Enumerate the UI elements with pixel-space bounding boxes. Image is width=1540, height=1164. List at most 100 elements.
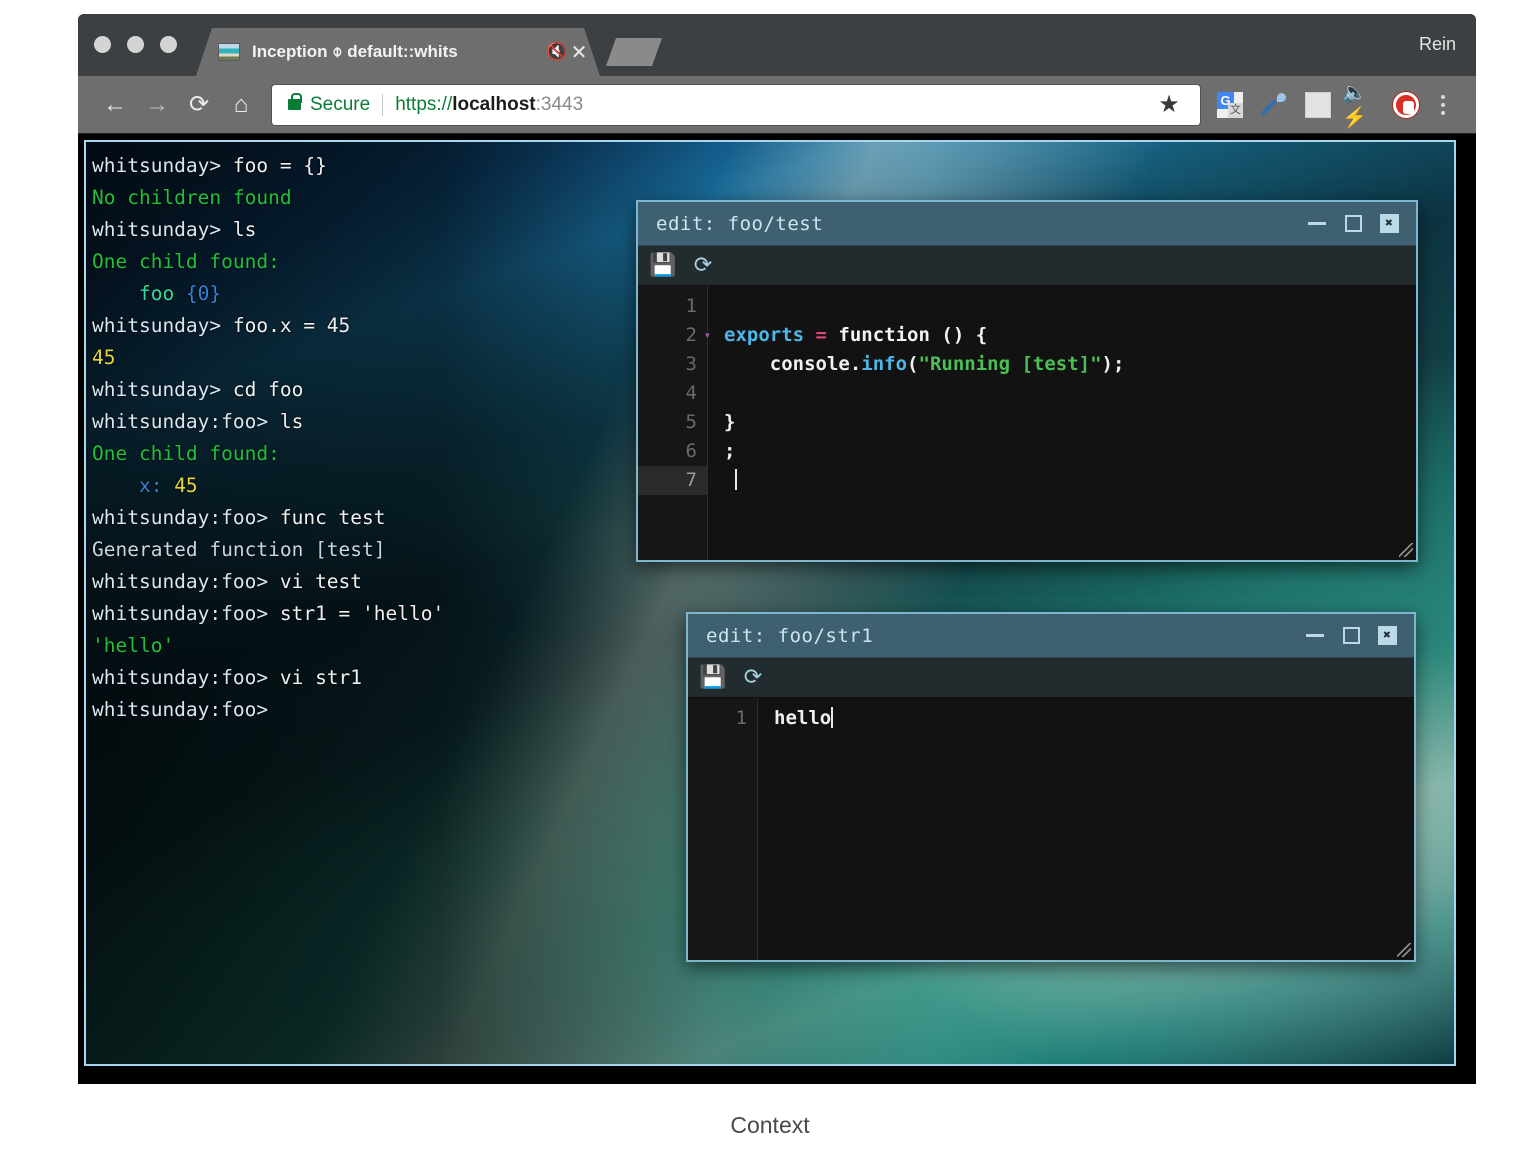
security-status-label: Secure (310, 93, 371, 115)
text-cursor (831, 707, 834, 728)
google-translate-extension-icon[interactable] (1210, 85, 1250, 125)
line-number: 1 (735, 707, 747, 729)
color-picker-extension-icon[interactable] (1254, 85, 1294, 125)
terminal-line: x: 45 (92, 470, 444, 502)
zoom-window-dot[interactable] (160, 36, 177, 53)
terminal-span: str1 = 'hello' (279, 602, 445, 625)
code-line: exports = function () { (724, 321, 1416, 350)
editor-window-str1[interactable]: edit: foo/str1 ✖ 💾 ⟳ 1 hello (686, 612, 1416, 962)
code-span: hello (774, 707, 832, 729)
refresh-icon[interactable]: ⟳ (690, 253, 716, 279)
terminal-span: whitsunday:foo> (92, 698, 269, 721)
code-span: exports (724, 324, 805, 346)
editor-title-bar[interactable]: edit: foo/str1 ✖ (688, 614, 1414, 658)
code-span: info (861, 353, 908, 375)
code-span: function () { (826, 324, 988, 346)
address-bar[interactable]: Secure https://localhost:3443 ★ (272, 84, 1200, 125)
browser-window: Inception ⌽ default::whits 🔇 ✕ Rein ← → … (78, 14, 1476, 1084)
page-viewport: whitsunday> foo = {} No children found whi… (78, 134, 1476, 1084)
muted-speaker-icon[interactable]: 🔇 (546, 42, 568, 62)
code-line (724, 466, 1416, 495)
line-number-gutter: 1 2 ▾ 3 4 5 6 7 (638, 286, 711, 560)
profile-name-label[interactable]: Rein (1419, 34, 1456, 55)
kebab-menu-icon[interactable] (1426, 85, 1460, 125)
new-tab-button[interactable] (606, 38, 662, 66)
code-line: } (724, 408, 1416, 437)
tab-close-icon[interactable]: ✕ (568, 40, 590, 65)
code-span: ); (1101, 353, 1125, 375)
editor-title-bar[interactable]: edit: foo/test ✖ (638, 202, 1416, 246)
browser-tab[interactable]: Inception ⌽ default::whits 🔇 ✕ (196, 28, 600, 76)
image-graph-extension-icon[interactable] (1298, 85, 1338, 125)
line-number: 3 (685, 353, 697, 375)
window-controls: ✖ (1306, 213, 1406, 235)
terminal-line: whitsunday:foo> str1 = 'hello' (92, 598, 444, 630)
editor-title-text: edit: foo/test (656, 212, 824, 235)
terminal-line: whitsunday> ls (92, 214, 444, 246)
terminal-span: 45 (174, 474, 198, 497)
code-span (804, 324, 815, 346)
terminal-line: One child found: (92, 246, 444, 278)
code-span: ; (724, 440, 736, 462)
terminal-span: vi str1 (279, 666, 363, 689)
inception-console-screen[interactable]: whitsunday> foo = {} No children found whi… (84, 140, 1456, 1066)
save-icon[interactable]: 💾 (649, 253, 676, 279)
figure-caption: Context (730, 1112, 810, 1138)
line-number: 4 (685, 382, 697, 404)
window-traffic-lights[interactable] (94, 36, 177, 53)
line-number-gutter: 1 (688, 698, 758, 960)
minimize-button[interactable] (1304, 625, 1326, 647)
code-area[interactable]: hello (758, 698, 1414, 960)
resize-handle[interactable] (1399, 543, 1413, 557)
terminal-span: whitsunday> (92, 378, 233, 401)
editor-window-test[interactable]: edit: foo/test ✖ 💾 ⟳ 1 2 ▾ 3 4 5 6 7 export (636, 200, 1418, 562)
home-icon[interactable]: ⌂ (220, 84, 262, 126)
terminal-line: 45 (92, 342, 444, 374)
url-port: :3443 (535, 93, 584, 115)
terminal-line: 'hello' (92, 630, 444, 662)
terminal-span: vi test (279, 570, 363, 593)
close-window-dot[interactable] (94, 36, 111, 53)
lock-icon (288, 93, 302, 110)
code-area[interactable]: exports = function () { console.info("Ru… (708, 286, 1416, 560)
mute-tab-extension-icon[interactable]: 🔈⚡ (1342, 82, 1382, 129)
terminal-line: whitsunday> foo = {} (92, 150, 444, 182)
terminal-output[interactable]: whitsunday> foo = {} No children found whi… (92, 150, 444, 726)
tab-title: Inception ⌽ default::whits (252, 42, 458, 61)
adblock-extension-icon[interactable] (1386, 85, 1426, 125)
terminal-span: ls (279, 410, 304, 433)
save-icon[interactable]: 💾 (699, 665, 726, 691)
minimize-window-dot[interactable] (127, 36, 144, 53)
editor-body[interactable]: 1 2 ▾ 3 4 5 6 7 exports = function () { console… (638, 286, 1416, 560)
url-scheme: https:// (395, 93, 453, 115)
editor-body[interactable]: 1 hello (688, 698, 1414, 960)
back-arrow-icon[interactable]: ← (94, 84, 136, 126)
code-span: ( (907, 353, 919, 375)
close-button[interactable]: ✖ (1378, 213, 1400, 235)
close-button[interactable]: ✖ (1376, 625, 1398, 647)
terminal-line: One child found: (92, 438, 444, 470)
terminal-span: whitsunday> (92, 218, 233, 241)
resize-handle[interactable] (1397, 943, 1411, 957)
text-cursor (735, 469, 738, 490)
maximize-button[interactable] (1342, 213, 1364, 235)
minimize-button[interactable] (1306, 213, 1328, 235)
terminal-span: foo (92, 282, 186, 305)
terminal-span: Generated function [test] (92, 538, 386, 561)
terminal-span: cd foo (232, 378, 304, 401)
refresh-icon[interactable]: ⟳ (740, 665, 766, 691)
terminal-line: whitsunday:foo> func test (92, 502, 444, 534)
omnibox-divider (382, 93, 384, 116)
reload-icon[interactable]: ⟳ (178, 84, 220, 126)
window-controls: ✖ (1304, 625, 1404, 647)
maximize-button[interactable] (1340, 625, 1362, 647)
terminal-span: whitsunday:foo> (92, 410, 280, 433)
code-fold-icon[interactable]: ▾ (704, 321, 711, 350)
code-line: console.info("Running [test]"); (724, 350, 1416, 379)
bookmark-star-icon[interactable]: ★ (1146, 85, 1192, 125)
forward-arrow-icon[interactable]: → (136, 84, 178, 126)
terminal-span: whitsunday:foo> (92, 602, 280, 625)
terminal-span: One child found: (92, 442, 280, 465)
